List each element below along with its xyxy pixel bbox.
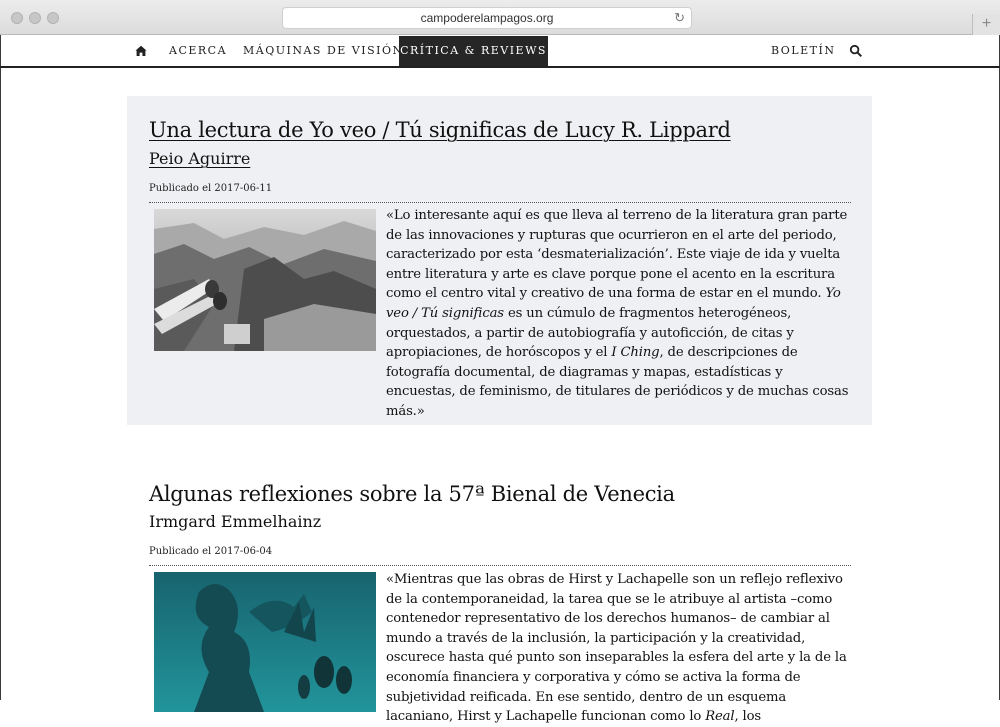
zoom-window-button[interactable] xyxy=(47,12,59,24)
excerpt-text: , los xyxy=(734,709,762,725)
article-author[interactable]: Peio Aguirre xyxy=(149,149,250,168)
nav-item-acerca[interactable]: Acerca xyxy=(169,36,227,66)
divider xyxy=(149,565,851,566)
excerpt-emphasis: Real xyxy=(705,709,735,725)
excerpt-text: «Mientras que las obras de Hirst y Lacha… xyxy=(386,572,847,725)
url-text: campoderelampagos.org xyxy=(420,11,554,25)
address-bar[interactable]: campoderelampagos.org ↻ xyxy=(282,7,692,29)
article-excerpt: «Mientras que las obras de Hirst y Lacha… xyxy=(386,570,849,727)
article-image-underwater[interactable] xyxy=(154,572,376,712)
home-icon[interactable] xyxy=(135,45,147,57)
article-card-featured: Una lectura de Yo veo / Tú significas de… xyxy=(127,96,872,425)
nav-item-boletin[interactable]: Boletín xyxy=(771,36,835,66)
article-title[interactable]: Algunas reflexiones sobre la 57ª Bienal … xyxy=(149,482,675,506)
article-excerpt: «Lo interesante aquí es que lleva al ter… xyxy=(386,206,849,422)
excerpt-text: «Lo interesante aquí es que lleva al ter… xyxy=(386,208,848,302)
article-author[interactable]: Irmgard Emmelhainz xyxy=(149,512,321,531)
nav-item-maquinas-de-vision[interactable]: Máquinas de visión xyxy=(243,36,404,66)
browser-toolbar: campoderelampagos.org ↻ + xyxy=(0,0,1000,35)
nav-item-critica-reviews[interactable]: Crítica & reviews xyxy=(399,36,548,66)
site-nav: Acerca Máquinas de visión Crítica & revi… xyxy=(0,36,1000,68)
publish-date: Publicado el 2017-06-04 xyxy=(149,546,273,557)
search-icon[interactable] xyxy=(849,44,863,58)
new-tab-button[interactable]: + xyxy=(972,14,1000,35)
publish-date: Publicado el 2017-06-11 xyxy=(149,183,273,194)
excerpt-book-title: I Ching xyxy=(611,345,660,361)
minimize-window-button[interactable] xyxy=(29,12,41,24)
close-window-button[interactable] xyxy=(11,12,23,24)
article-image-canyon[interactable] xyxy=(154,209,376,351)
article-card: Algunas reflexiones sobre la 57ª Bienal … xyxy=(127,466,872,726)
divider xyxy=(149,202,851,203)
article-title[interactable]: Una lectura de Yo veo / Tú significas de… xyxy=(149,118,731,142)
reload-icon[interactable]: ↻ xyxy=(674,8,685,28)
